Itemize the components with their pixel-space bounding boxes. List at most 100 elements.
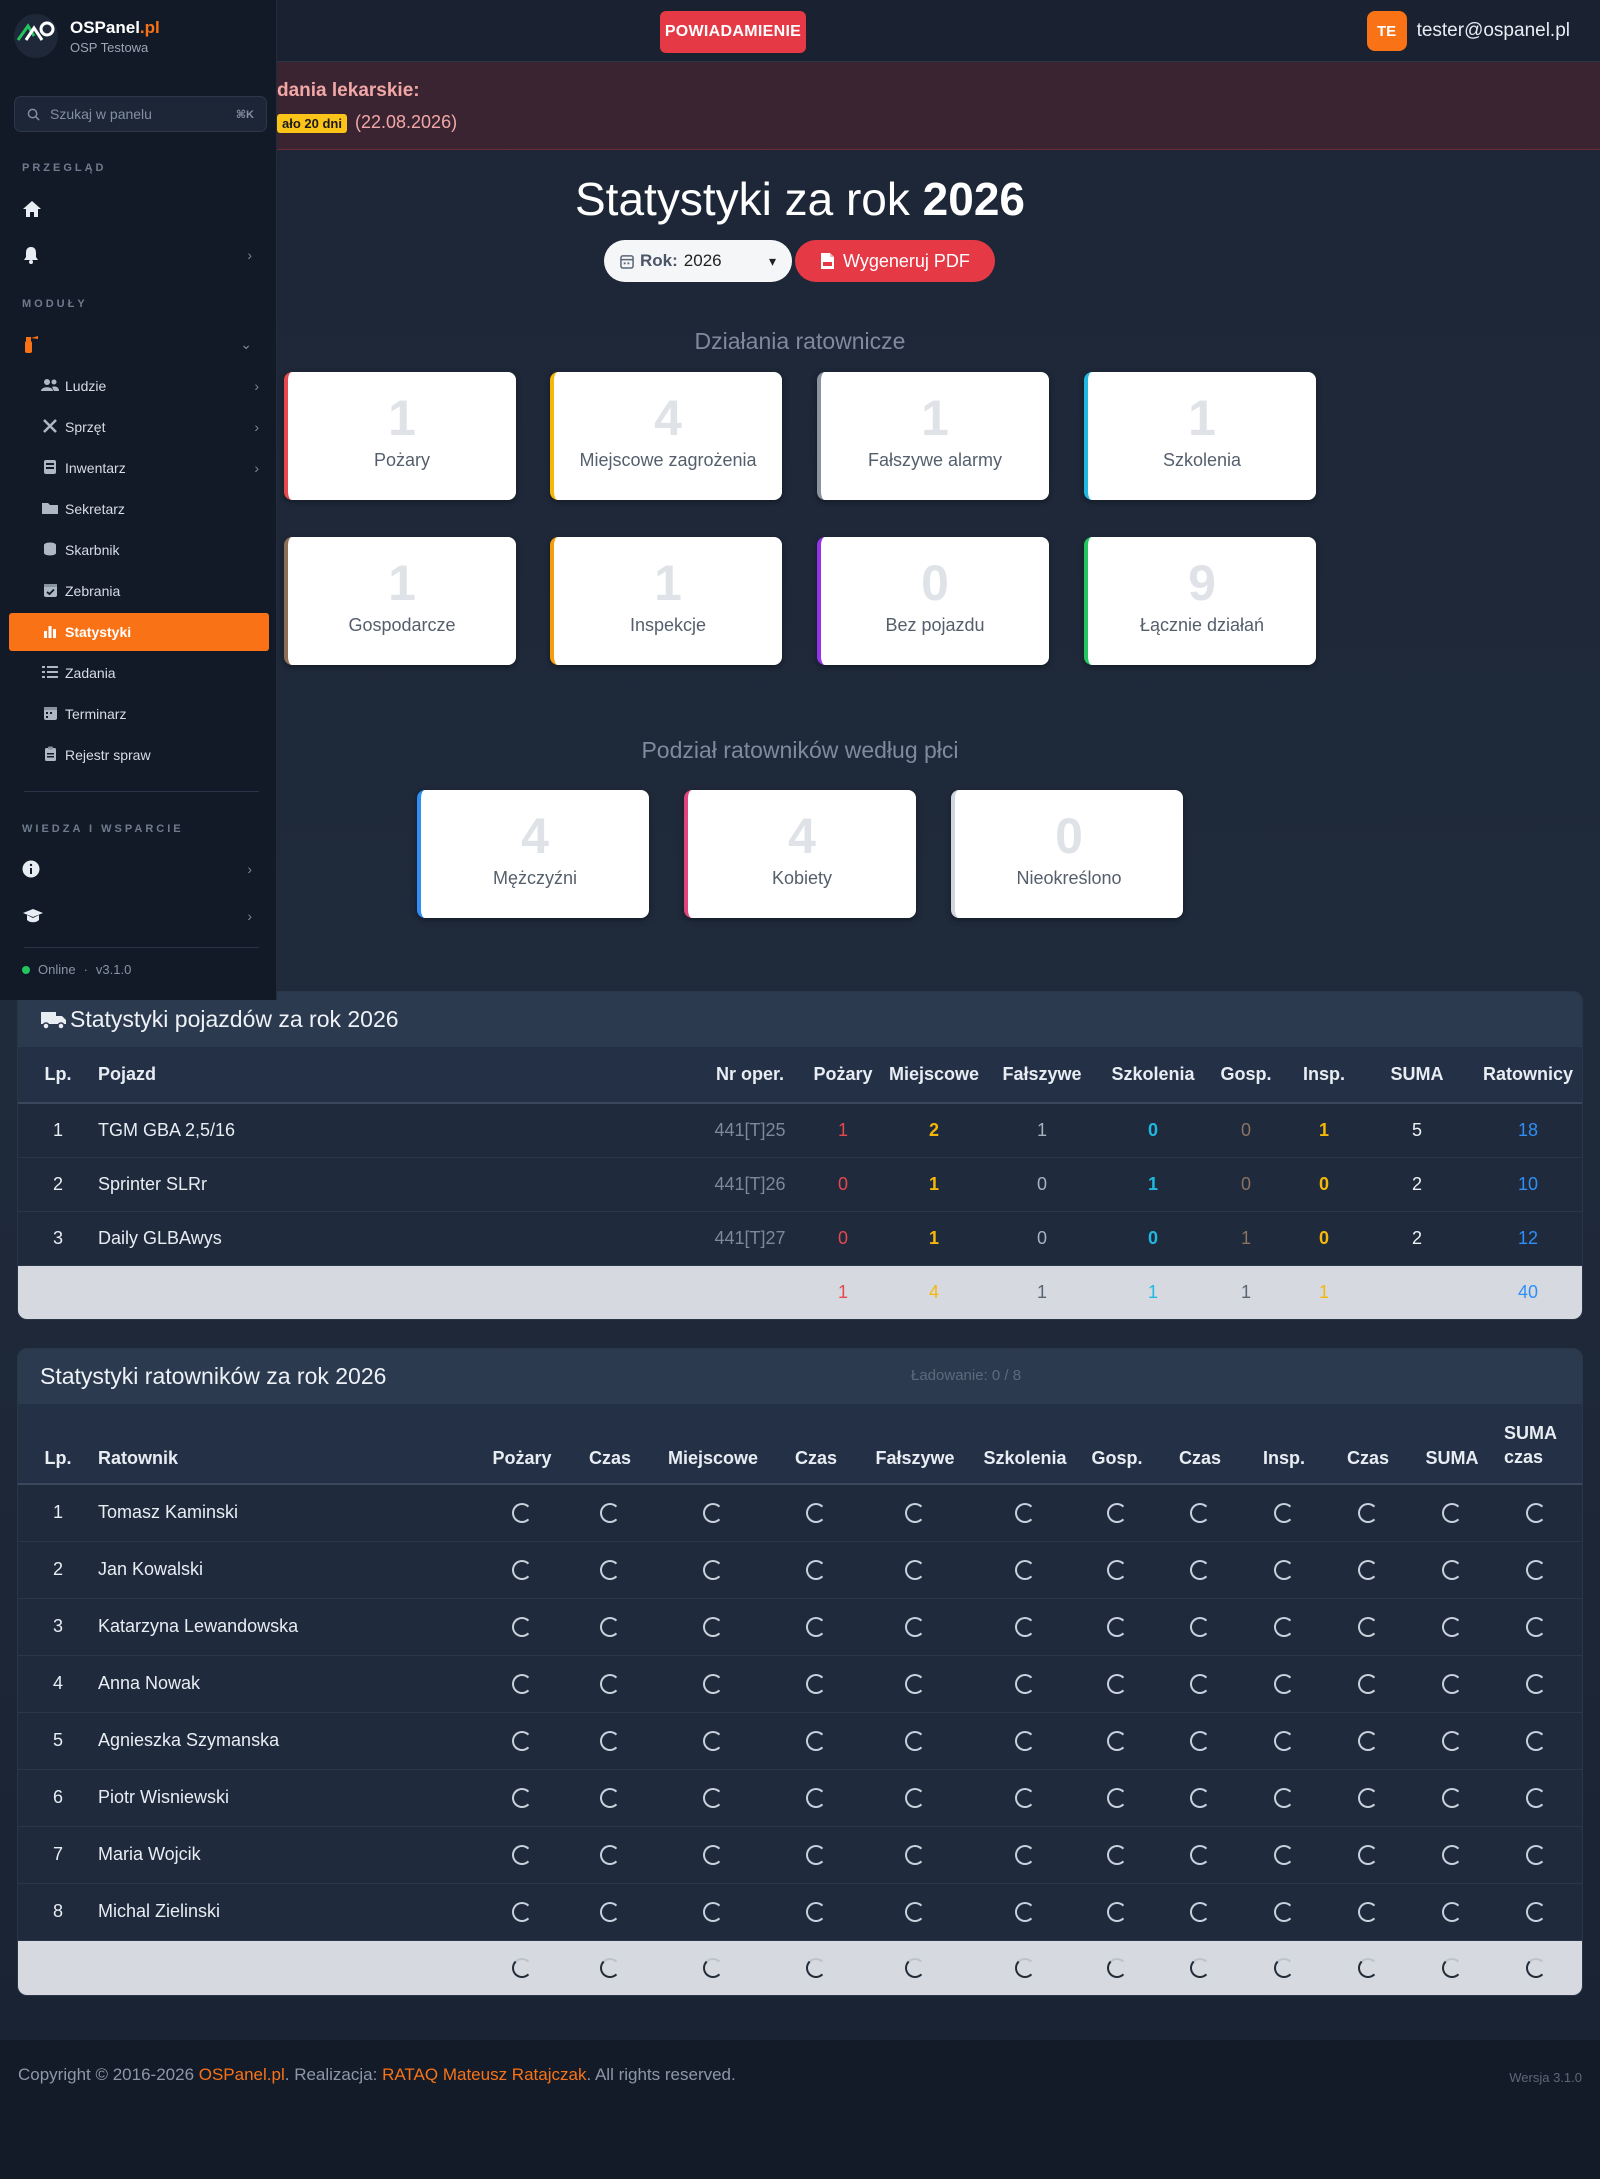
user-email[interactable]: tester@ospanel.pl	[1417, 20, 1570, 42]
cell-sum: 5	[1362, 1103, 1472, 1158]
column-header[interactable]: Czas	[1152, 1404, 1248, 1485]
column-header[interactable]: Insp.	[1286, 1047, 1362, 1104]
loading-progress: Ładowanie: 0 / 8	[911, 1367, 1022, 1384]
column-header[interactable]: Szkolenia	[1100, 1047, 1206, 1104]
column-header[interactable]: Insp.	[1248, 1404, 1320, 1485]
loading-spinner-icon	[1015, 1503, 1035, 1524]
column-header[interactable]: Pojazd	[98, 1047, 698, 1104]
loading-spinner-icon	[512, 1503, 532, 1524]
column-header[interactable]: Gosp.	[1206, 1047, 1286, 1104]
sidebar-item-zebrania[interactable]: Zebrania	[9, 572, 269, 610]
sidebar-item-inwentarz[interactable]: Inwentarz ›	[9, 449, 269, 487]
column-header[interactable]: Lp.	[18, 1404, 98, 1485]
footer-brand-link[interactable]: OSPanel.pl	[199, 2065, 285, 2084]
loading-spinner-icon	[703, 1617, 723, 1638]
column-header[interactable]: Nr oper.	[698, 1047, 802, 1104]
sidebar-item-modules-group[interactable]: ⌄	[8, 324, 268, 364]
cell-loading	[656, 1484, 770, 1542]
stat-card-label: Fałszywe alarmy	[867, 450, 1003, 470]
column-header[interactable]: Ratownicy	[1472, 1047, 1582, 1104]
sidebar: OSPanel.pl OSP Testowa Szukaj w panelu ⌘…	[0, 0, 277, 1000]
sidebar-item-rejestr-spraw[interactable]: Rejestr spraw	[9, 736, 269, 774]
column-header[interactable]: Miejscowe	[656, 1404, 770, 1485]
loading-spinner-icon	[600, 1902, 620, 1923]
cell-loading	[770, 1712, 862, 1770]
sidebar-item-sprzet[interactable]: Sprzęt ›	[9, 408, 269, 446]
stat-card-label: Miejscowe zagrożenia	[579, 450, 757, 470]
cell-loading	[564, 1940, 656, 1995]
column-header[interactable]: SUMA	[1416, 1404, 1488, 1485]
cell-loading	[968, 1484, 1082, 1542]
column-header[interactable]: Lp.	[18, 1047, 98, 1104]
loading-spinner-icon	[1274, 1560, 1294, 1581]
sidebar-item-home[interactable]	[8, 189, 268, 229]
generate-pdf-button[interactable]: Wygeneruj PDF	[795, 240, 995, 282]
footer-author-link[interactable]: RATAQ Mateusz Ratajczak	[382, 2065, 586, 2084]
sidebar-item-info[interactable]: ›	[8, 849, 268, 889]
sidebar-item-sekretarz[interactable]: Sekretarz	[9, 490, 269, 528]
stat-card-value: 4	[788, 808, 816, 864]
sidebar-item-notifications[interactable]: ›	[8, 235, 268, 275]
cell-insp: 1	[1286, 1103, 1362, 1158]
stat-card-inspekcje: 1 Inspekcje	[550, 537, 782, 665]
column-header[interactable]: Miejscowe	[884, 1047, 984, 1104]
cell-loading	[1488, 1598, 1582, 1656]
cell-rescuer-name: Jan Kowalski	[98, 1541, 480, 1599]
column-header[interactable]: Czas	[564, 1404, 656, 1485]
sidebar-item-ludzie[interactable]: Ludzie ›	[9, 367, 269, 405]
footer-copyright: Copyright © 2016-2026 OSPanel.pl. Realiz…	[18, 2065, 736, 2085]
column-header[interactable]: Pożary	[480, 1404, 564, 1485]
loading-spinner-icon	[1526, 1674, 1546, 1695]
column-header[interactable]: Szkolenia	[968, 1404, 1082, 1485]
loading-spinner-icon	[703, 1788, 723, 1809]
loading-spinner-icon	[512, 1674, 532, 1695]
rescuers-stats-panel: Statystyki ratowników za rok 2026 Ładowa…	[17, 1348, 1583, 1996]
cell-loading	[968, 1655, 1082, 1713]
gender-section-title: Podział ratowników według płci	[641, 737, 959, 763]
cell-fires: 0	[802, 1211, 884, 1266]
column-header[interactable]: Fałszywe	[862, 1404, 968, 1485]
column-header[interactable]: Fałszywe	[984, 1047, 1100, 1104]
brand-logo[interactable]: OSPanel.pl OSP Testowa	[14, 14, 160, 58]
cell-loading	[480, 1712, 564, 1770]
footer-version: Wersja 3.1.0	[1509, 2070, 1582, 2085]
sidebar-item-zadania[interactable]: Zadania	[9, 654, 269, 692]
sidebar-item-label: Rejestr spraw	[65, 747, 151, 763]
user-menu[interactable]: TE tester@ospanel.pl	[1366, 11, 1570, 51]
sidebar-item-skarbnik[interactable]: Skarbnik	[9, 531, 269, 569]
cell-local: 1	[884, 1211, 984, 1266]
cell-sum: 2	[1362, 1211, 1472, 1266]
loading-spinner-icon	[600, 1958, 620, 1979]
column-header[interactable]: Ratownik	[98, 1404, 480, 1485]
cell-loading	[968, 1712, 1082, 1770]
column-header[interactable]: SUMA	[1362, 1047, 1472, 1104]
column-header[interactable]: SUMA czas	[1488, 1404, 1582, 1485]
year-select[interactable]: Rok: 2026 ▾	[604, 240, 792, 282]
column-header[interactable]: Czas	[770, 1404, 862, 1485]
sidebar-item-terminarz[interactable]: Terminarz	[9, 695, 269, 733]
loading-spinner-icon	[1358, 1617, 1378, 1638]
loading-spinner-icon	[905, 1788, 925, 1809]
totals-row: 1 4 1 1 1 1 40	[18, 1265, 1582, 1319]
column-header[interactable]: Czas	[1320, 1404, 1416, 1485]
sidebar-search[interactable]: Szukaj w panelu ⌘K	[14, 96, 267, 132]
column-header[interactable]: Gosp.	[1082, 1404, 1152, 1485]
sidebar-item-statystyki[interactable]: Statystyki	[9, 613, 269, 651]
table-row: 6 Piotr Wisniewski	[18, 1769, 1582, 1827]
cell-loading	[862, 1883, 968, 1941]
cell-loading	[1488, 1712, 1582, 1770]
user-avatar[interactable]: TE	[1366, 11, 1407, 51]
cell-loading	[1320, 1655, 1416, 1713]
stat-card-bez-pojazdu: 0 Bez pojazdu	[817, 537, 1049, 665]
loading-spinner-icon	[1015, 1958, 1035, 1979]
loading-spinner-icon	[1526, 1788, 1546, 1809]
cell-loading	[770, 1541, 862, 1599]
total-false: 1	[984, 1265, 1100, 1319]
column-header[interactable]: Pożary	[802, 1047, 884, 1104]
loading-spinner-icon	[1442, 1958, 1462, 1979]
cell-local: 1	[884, 1157, 984, 1212]
notification-button[interactable]: POWIADAMIENIE	[660, 11, 806, 53]
sidebar-item-education[interactable]: ›	[8, 896, 268, 936]
loading-spinner-icon	[1190, 1560, 1210, 1581]
total-rescuers: 40	[1472, 1265, 1582, 1319]
